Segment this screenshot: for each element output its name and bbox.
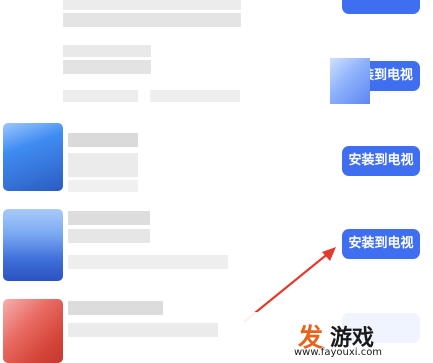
annotation-arrow	[243, 247, 336, 323]
watermark: 发 游戏 www.fayouxi.com	[222, 312, 433, 363]
watermark-url: www.fayouxi.com	[294, 347, 383, 358]
